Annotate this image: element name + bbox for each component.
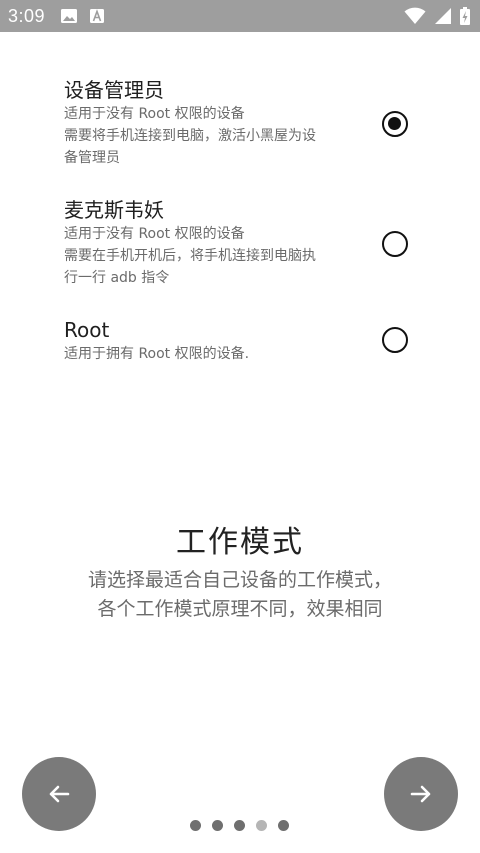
- radio-maxwell-demon[interactable]: [382, 231, 408, 257]
- mode-description-line: 行一行 adb 指令: [64, 270, 170, 286]
- page-indicator: [190, 820, 289, 831]
- radio-device-admin[interactable]: [382, 111, 408, 137]
- arrow-right-icon: [410, 785, 431, 803]
- mode-description-line: 需要在手机开机后，将手机连接到电脑执: [64, 248, 316, 264]
- mode-option-root[interactable]: Root 适用于拥有 Root 权限的设备.: [64, 317, 464, 365]
- next-button[interactable]: [384, 757, 458, 831]
- mode-description-line: 适用于没有 Root 权限的设备: [64, 226, 245, 242]
- mode-description: 适用于拥有 Root 权限的设备.: [64, 343, 364, 365]
- intro-section: 工作模式 请选择最适合自己设备的工作模式， 各个工作模式原理不同，效果相同: [0, 522, 480, 624]
- page-dot: [212, 820, 223, 831]
- arrow-left-icon: [49, 785, 70, 803]
- cellular-signal-icon: [435, 8, 451, 24]
- app-a-icon: [90, 9, 105, 23]
- mode-title: 设备管理员: [64, 78, 164, 102]
- page-dot: [190, 820, 201, 831]
- mode-description: 适用于没有 Root 权限的设备 需要在手机开机后，将手机连接到电脑执 行一行 …: [64, 223, 364, 289]
- system-icons: [404, 7, 470, 25]
- page-subtitle-line: 各个工作模式原理不同，效果相同: [97, 598, 383, 620]
- mode-title: 麦克斯韦妖: [64, 198, 164, 222]
- page-dot: [278, 820, 289, 831]
- page-title: 工作模式: [176, 525, 304, 560]
- wifi-icon: [404, 7, 426, 24]
- mode-description-line: 适用于拥有 Root 权限的设备.: [64, 346, 250, 362]
- page-subtitle-line: 请选择最适合自己设备的工作模式，: [87, 569, 392, 591]
- mode-option-maxwell-demon[interactable]: 麦克斯韦妖 适用于没有 Root 权限的设备 需要在手机开机后，将手机连接到电脑…: [64, 197, 464, 289]
- status-bar: 3:09: [0, 0, 480, 32]
- page-subtitle: 请选择最适合自己设备的工作模式， 各个工作模式原理不同，效果相同: [0, 566, 480, 624]
- image-icon: [61, 9, 78, 23]
- page-dot-active: [256, 820, 267, 831]
- mode-description-line: 需要将手机连接到电脑，激活小黑屋为设: [64, 128, 316, 144]
- battery-icon: [460, 7, 470, 25]
- page-dot: [234, 820, 245, 831]
- mode-option-device-admin[interactable]: 设备管理员 适用于没有 Root 权限的设备 需要将手机连接到电脑，激活小黑屋为…: [64, 77, 464, 169]
- mode-description-line: 适用于没有 Root 权限的设备: [64, 106, 245, 122]
- mode-description: 适用于没有 Root 权限的设备 需要将手机连接到电脑，激活小黑屋为设 备管理员: [64, 103, 364, 169]
- radio-root[interactable]: [382, 327, 408, 353]
- notification-icons: [61, 9, 105, 23]
- mode-description-line: 备管理员: [64, 150, 120, 166]
- status-time: 3:09: [8, 5, 46, 26]
- back-button[interactable]: [22, 757, 96, 831]
